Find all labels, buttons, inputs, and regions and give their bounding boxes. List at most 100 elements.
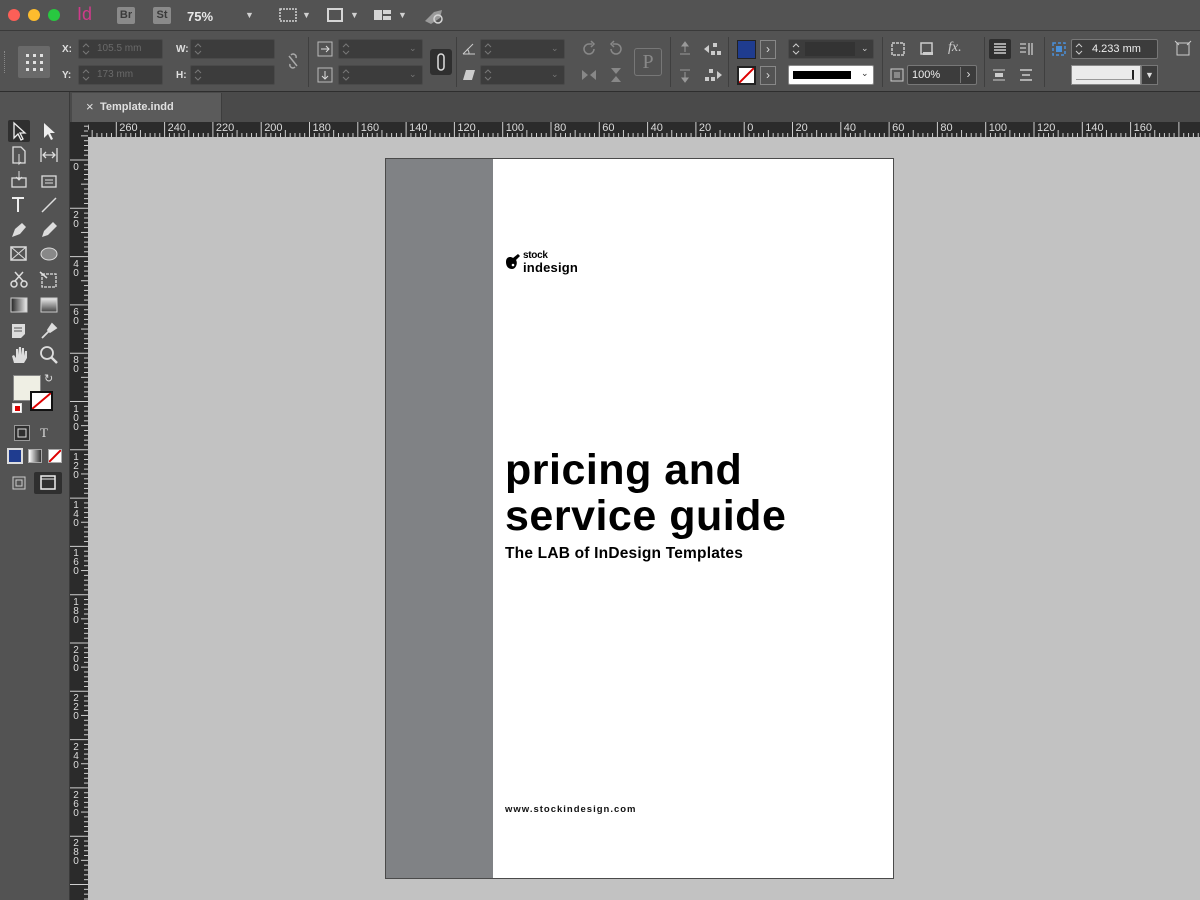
- pencil-tool[interactable]: [38, 219, 60, 241]
- y-position-field[interactable]: 173 mm: [78, 65, 163, 85]
- stroke-type-dropdown[interactable]: ⌄: [788, 65, 874, 85]
- ruler-tick-label: 80: [73, 355, 79, 376]
- gradient-swatch-tool[interactable]: [8, 294, 30, 316]
- flip-vertical-icon[interactable]: [607, 66, 625, 84]
- swap-fill-stroke-icon[interactable]: ↻: [44, 372, 53, 385]
- zoom-tool[interactable]: [38, 344, 60, 366]
- fill-swatch-icon[interactable]: [737, 40, 756, 59]
- rotate-cw-icon[interactable]: [580, 40, 598, 58]
- scale-y-field[interactable]: ⌄: [338, 65, 423, 85]
- fill-menu-button[interactable]: ›: [760, 40, 776, 59]
- select-content-icon[interactable]: [676, 66, 694, 84]
- stroke-swatch-icon[interactable]: [737, 66, 756, 85]
- stock-button[interactable]: St: [153, 7, 171, 24]
- flip-horizontal-icon[interactable]: [580, 66, 598, 84]
- publish-online-icon[interactable]: [422, 6, 446, 26]
- ruler-tick-label: 140: [1085, 122, 1104, 134]
- span-columns-icon[interactable]: [1017, 66, 1035, 84]
- normal-view-icon[interactable]: [12, 476, 26, 490]
- select-next-icon[interactable]: [703, 66, 722, 84]
- gradient-feather-tool[interactable]: [38, 294, 60, 316]
- ruler-tick-label: 0: [73, 162, 79, 173]
- minimize-window-button[interactable]: [28, 9, 40, 21]
- constrain-proportions-icon[interactable]: [284, 52, 302, 70]
- vertical-justify-icon[interactable]: [990, 66, 1008, 84]
- ellipse-tool[interactable]: [38, 243, 60, 265]
- gap-tool[interactable]: [38, 144, 60, 166]
- text-wrap-icon[interactable]: [889, 40, 907, 58]
- formatting-affects-container-icon[interactable]: [14, 425, 30, 441]
- website-url: www.stockindesign.com: [505, 804, 637, 815]
- scissors-tool[interactable]: [8, 269, 30, 291]
- arrange-documents-dropdown-icon[interactable]: ▼: [398, 10, 407, 20]
- select-container-icon[interactable]: [676, 40, 694, 58]
- select-previous-icon[interactable]: [703, 40, 721, 58]
- scale-x-field[interactable]: ⌄: [338, 39, 423, 59]
- stroke-menu-button[interactable]: ›: [760, 66, 776, 85]
- align-text-icon[interactable]: [989, 39, 1011, 59]
- document-page[interactable]: stock indesign pricing and service guide…: [385, 158, 894, 879]
- rotate-ccw-icon[interactable]: [607, 40, 625, 58]
- zoom-dropdown-icon[interactable]: ▼: [245, 10, 254, 20]
- vertical-ruler[interactable]: 0 20 40 60 80 100 120 140 160 180 200 220 240 260 280: [70, 122, 88, 900]
- separator: [1044, 37, 1045, 87]
- opacity-menu-icon[interactable]: ›: [960, 67, 976, 83]
- tools-panel: ↻ T: [0, 92, 70, 900]
- opacity-field[interactable]: 100% ›: [907, 65, 977, 85]
- effects-icon[interactable]: fx.: [948, 40, 962, 56]
- apply-gradient-icon[interactable]: [28, 449, 42, 463]
- apply-color-icon[interactable]: [7, 448, 23, 464]
- free-transform-tool[interactable]: [38, 269, 60, 291]
- screen-mode-dropdown-icon[interactable]: ▼: [350, 10, 359, 20]
- view-options-dropdown-icon[interactable]: ▼: [302, 10, 311, 20]
- width-field[interactable]: [190, 39, 275, 59]
- close-window-button[interactable]: [8, 9, 20, 21]
- page-tool[interactable]: [8, 144, 30, 166]
- height-field[interactable]: [190, 65, 275, 85]
- gutter-field[interactable]: 4.233 mm: [1071, 39, 1158, 59]
- pen-tool[interactable]: [8, 219, 30, 241]
- panel-grip[interactable]: [4, 51, 7, 73]
- ruler-tick-label: 20: [698, 122, 712, 134]
- line-tool[interactable]: [38, 194, 60, 216]
- distribute-icon[interactable]: [1017, 40, 1035, 58]
- content-placer-tool[interactable]: [38, 168, 60, 190]
- shear-field[interactable]: ⌄: [480, 65, 565, 85]
- rotation-field[interactable]: ⌄: [480, 39, 565, 59]
- rectangle-frame-tool[interactable]: [8, 243, 30, 265]
- bridge-button[interactable]: Br: [117, 7, 135, 24]
- hand-tool[interactable]: [8, 344, 30, 366]
- tab-template-indd[interactable]: × Template.indd: [72, 93, 222, 122]
- stroke-weight-field[interactable]: ⌄: [788, 39, 874, 59]
- type-tool[interactable]: [8, 194, 30, 216]
- close-tab-icon[interactable]: ×: [86, 99, 94, 114]
- zoom-window-button[interactable]: [48, 9, 60, 21]
- default-fill-stroke-icon[interactable]: [12, 403, 22, 413]
- drop-shadow-icon[interactable]: [918, 40, 936, 58]
- frame-fitting-icon[interactable]: [1174, 40, 1192, 58]
- x-position-field[interactable]: 105.5 mm: [78, 39, 163, 59]
- document-subtitle: The LAB of InDesign Templates: [505, 545, 744, 562]
- separator: [670, 37, 671, 87]
- ruler-tick-label: 80: [940, 122, 953, 134]
- link-scale-icon[interactable]: [430, 49, 452, 75]
- object-style-dropdown-icon[interactable]: ▼: [1141, 65, 1158, 85]
- eyedropper-tool[interactable]: [38, 320, 60, 342]
- content-collector-tool[interactable]: [8, 168, 30, 190]
- object-style-dropdown[interactable]: [1071, 65, 1141, 85]
- selection-tool[interactable]: [8, 120, 30, 142]
- zoom-level[interactable]: 75%: [187, 9, 213, 24]
- reference-point-icon[interactable]: [18, 46, 50, 78]
- direct-selection-tool[interactable]: [38, 120, 60, 142]
- stroke-proxy[interactable]: [30, 391, 53, 411]
- note-tool[interactable]: [8, 320, 30, 342]
- arrange-documents-icon[interactable]: [372, 6, 394, 24]
- screen-mode-icon[interactable]: [325, 6, 345, 24]
- formatting-affects-text-icon[interactable]: T: [40, 425, 48, 441]
- paragraph-icon[interactable]: P: [634, 48, 662, 76]
- horizontal-ruler[interactable]: 2802602402202001801601401201008060402002…: [88, 122, 1200, 137]
- ruler-tick-label: 160: [360, 122, 380, 134]
- screen-mode-button[interactable]: [34, 472, 62, 494]
- view-options-icon[interactable]: [278, 6, 298, 24]
- apply-none-icon[interactable]: [48, 449, 62, 463]
